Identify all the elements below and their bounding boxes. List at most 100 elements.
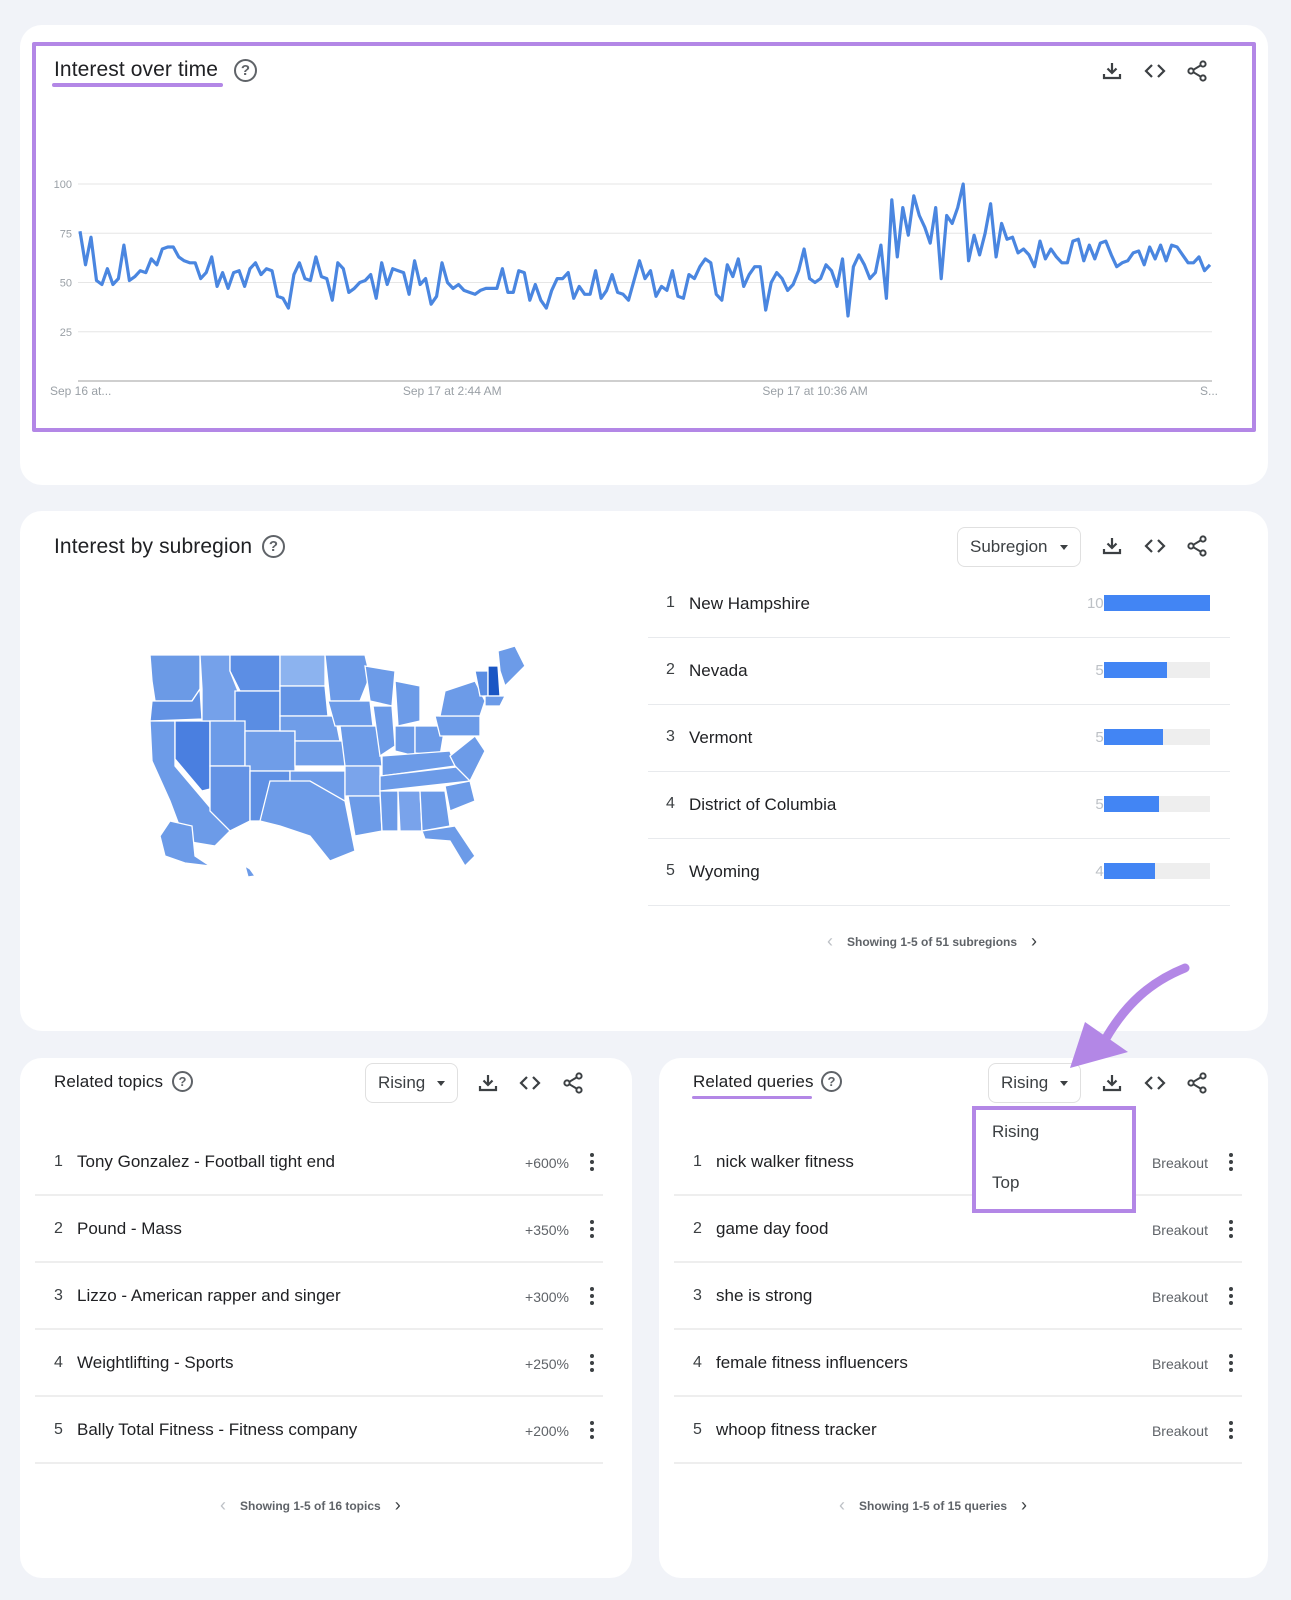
- map-state: [421, 825, 476, 868]
- y-tick-label: 75: [60, 228, 72, 240]
- queries-filter-label: Rising: [1001, 1073, 1049, 1092]
- chevron-left-icon[interactable]: ‹: [220, 1495, 226, 1516]
- value-bar-track: [1104, 863, 1210, 879]
- embed-code-icon[interactable]: [517, 1070, 543, 1096]
- list-item[interactable]: 5 Bally Total Fitness - Fitness company +2…: [35, 1397, 603, 1464]
- map-state: [279, 654, 326, 687]
- help-icon[interactable]: ?: [172, 1071, 193, 1092]
- row-rank: 5: [54, 1421, 63, 1438]
- more-options-icon[interactable]: [588, 1151, 596, 1173]
- row-value: Breakout: [1151, 1222, 1208, 1238]
- topics-pager: ‹ Showing 1-5 of 16 topics ›: [220, 1495, 401, 1516]
- row-name: Lizzo - American rapper and singer: [77, 1286, 341, 1305]
- chevron-left-icon[interactable]: ‹: [827, 931, 833, 952]
- subregion-row[interactable]: 4District of Columbia52: [648, 772, 1230, 839]
- value-bar-track: [1104, 662, 1210, 678]
- list-item[interactable]: 1 Tony Gonzalez - Football tight end +600%: [35, 1129, 603, 1196]
- value-bar-fill: [1104, 729, 1164, 745]
- more-options-icon[interactable]: [588, 1419, 596, 1441]
- chevron-right-icon[interactable]: ›: [1031, 931, 1037, 952]
- map-state: [339, 725, 383, 767]
- row-name: Weightlifting - Sports: [77, 1353, 234, 1372]
- caret-down-icon: [1060, 1080, 1069, 1086]
- pager-text: Showing 1-5 of 51 subregions: [847, 934, 1018, 949]
- list-item[interactable]: 3 she is strong Breakout: [674, 1263, 1242, 1330]
- topics-filter-select[interactable]: Rising: [365, 1063, 459, 1103]
- row-name: Nevada: [689, 661, 748, 680]
- caret-down-icon: [1059, 544, 1068, 550]
- more-options-icon[interactable]: [1227, 1285, 1235, 1307]
- interest-series-line: [78, 182, 1212, 318]
- more-options-icon[interactable]: [588, 1285, 596, 1307]
- help-icon[interactable]: ?: [821, 1071, 842, 1092]
- dropdown-option-rising[interactable]: Rising: [992, 1122, 1039, 1142]
- chevron-right-icon[interactable]: ›: [395, 1495, 401, 1516]
- value-bar-track: [1104, 796, 1210, 812]
- map-state: [497, 645, 526, 688]
- map-state: [209, 720, 246, 767]
- more-options-icon[interactable]: [588, 1352, 596, 1374]
- row-name: Bally Total Fitness - Fitness company: [77, 1420, 358, 1439]
- share-icon[interactable]: [560, 1070, 586, 1096]
- caret-down-icon: [437, 1080, 446, 1086]
- embed-code-icon[interactable]: [1142, 533, 1168, 559]
- map-state: [244, 730, 296, 772]
- row-name: Pound - Mass: [77, 1219, 182, 1238]
- row-rank: 3: [54, 1287, 63, 1304]
- us-choropleth-map[interactable]: [130, 641, 530, 881]
- row-rank: 4: [54, 1354, 63, 1371]
- x-tick-label: Sep 17 at 10:36 AM: [762, 384, 867, 398]
- more-options-icon[interactable]: [1227, 1218, 1235, 1240]
- list-item[interactable]: 4 female fitness influencers Breakout: [674, 1330, 1242, 1397]
- related-topics-title: Related topics: [54, 1072, 164, 1091]
- queries-filter-select[interactable]: Rising: [988, 1063, 1082, 1103]
- embed-code-icon[interactable]: [1142, 1070, 1168, 1096]
- subregion-row[interactable]: 1 New Hampshire 100: [648, 571, 1230, 638]
- more-options-icon[interactable]: [1227, 1419, 1235, 1441]
- row-rank: 3: [666, 728, 675, 745]
- map-state: [434, 715, 481, 737]
- y-tick-label: 50: [60, 278, 72, 290]
- list-item[interactable]: 3 Lizzo - American rapper and singer +300%: [35, 1263, 603, 1330]
- subregion-row[interactable]: 2Nevada59: [648, 638, 1230, 705]
- subregion-row[interactable]: 3Vermont56: [648, 705, 1230, 772]
- list-item[interactable]: 1 nick walker fitness Breakout: [674, 1129, 1242, 1196]
- download-icon[interactable]: [475, 1070, 501, 1096]
- row-name: Vermont: [689, 728, 753, 747]
- chevron-right-icon[interactable]: ›: [1021, 1495, 1027, 1516]
- map-state: [347, 795, 383, 837]
- pager-text: Showing 1-5 of 16 topics: [240, 1498, 381, 1513]
- value-bar-fill: [1104, 595, 1210, 611]
- y-tick-label: 100: [54, 179, 72, 191]
- subregion-select[interactable]: Subregion: [957, 527, 1081, 567]
- row-value: Breakout: [1151, 1155, 1208, 1171]
- more-options-icon[interactable]: [588, 1218, 596, 1240]
- map-state: [243, 864, 257, 878]
- related-queries-card: Related queries ? Rising 1 nick walker fi…: [659, 1058, 1268, 1578]
- map-state: [394, 680, 421, 727]
- map-state: [324, 654, 371, 702]
- more-options-icon[interactable]: [1227, 1151, 1235, 1173]
- more-options-icon[interactable]: [1227, 1352, 1235, 1374]
- row-name: whoop fitness tracker: [716, 1420, 877, 1439]
- row-value: Breakout: [1151, 1423, 1208, 1439]
- map-state: [419, 790, 451, 832]
- dropdown-option-top[interactable]: Top: [992, 1173, 1019, 1193]
- row-rank: 1: [666, 594, 675, 611]
- download-icon[interactable]: [1099, 1070, 1125, 1096]
- list-item[interactable]: 5 whoop fitness tracker Breakout: [674, 1397, 1242, 1464]
- subregion-row[interactable]: 5Wyoming48: [648, 839, 1230, 906]
- row-name: Tony Gonzalez - Football tight end: [77, 1152, 335, 1171]
- chevron-left-icon[interactable]: ‹: [839, 1495, 845, 1516]
- map-state: [327, 700, 374, 727]
- list-item[interactable]: 4 Weightlifting - Sports +250%: [35, 1330, 603, 1397]
- share-icon[interactable]: [1184, 533, 1210, 559]
- value-bar-track: [1104, 595, 1210, 611]
- row-name: female fitness influencers: [716, 1353, 908, 1372]
- list-item[interactable]: 2 Pound - Mass +350%: [35, 1196, 603, 1263]
- help-icon[interactable]: ?: [262, 535, 285, 558]
- list-item[interactable]: 2 game day food Breakout: [674, 1196, 1242, 1263]
- download-icon[interactable]: [1099, 533, 1125, 559]
- share-icon[interactable]: [1184, 1070, 1210, 1096]
- row-rank: 1: [54, 1153, 63, 1170]
